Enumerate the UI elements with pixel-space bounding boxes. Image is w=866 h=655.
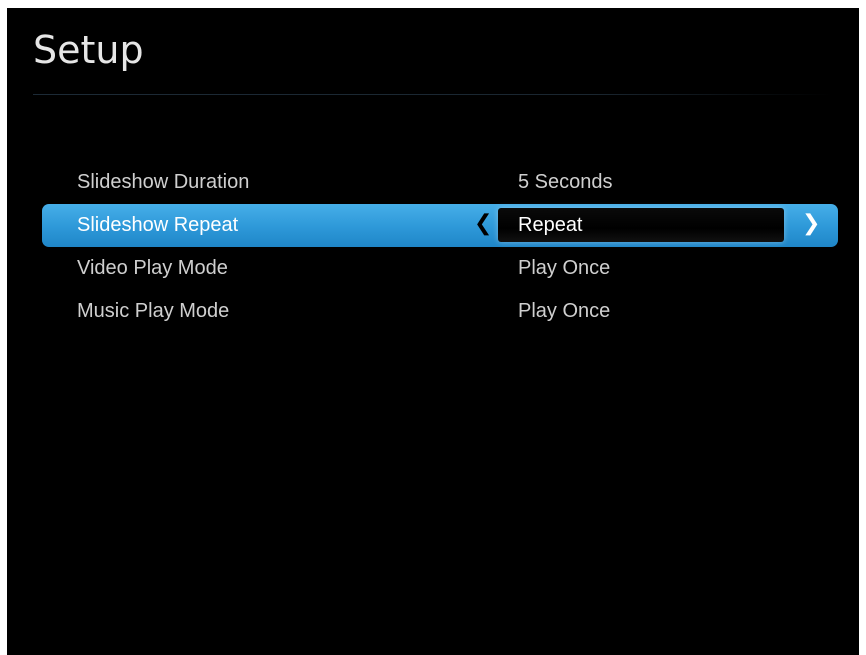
setup-screen: Setup Slideshow Duration 5 Seconds Slide… <box>7 8 859 655</box>
setting-row-music-play-mode[interactable]: Music Play Mode Play Once <box>42 290 838 333</box>
setting-value: Repeat <box>518 214 583 236</box>
chevron-left-icon[interactable]: ❮ <box>474 211 492 236</box>
setting-label: Slideshow Repeat <box>77 214 239 236</box>
setting-label: Video Play Mode <box>77 257 228 279</box>
setting-row-slideshow-duration[interactable]: Slideshow Duration 5 Seconds <box>42 161 838 204</box>
setting-value: Play Once <box>518 300 611 322</box>
value-selector[interactable]: Repeat <box>498 208 784 242</box>
setting-value: 5 Seconds <box>518 171 613 193</box>
title-divider <box>33 94 833 95</box>
setting-row-video-play-mode[interactable]: Video Play Mode Play Once <box>42 247 838 290</box>
chevron-right-icon[interactable]: ❯ <box>802 211 820 236</box>
setting-row-slideshow-repeat[interactable]: Slideshow Repeat ❮ Repeat ❯ <box>42 204 838 247</box>
setting-label: Music Play Mode <box>77 300 230 322</box>
setting-label: Slideshow Duration <box>77 171 250 193</box>
page-title: Setup <box>33 28 144 72</box>
setting-value: Play Once <box>518 257 611 279</box>
